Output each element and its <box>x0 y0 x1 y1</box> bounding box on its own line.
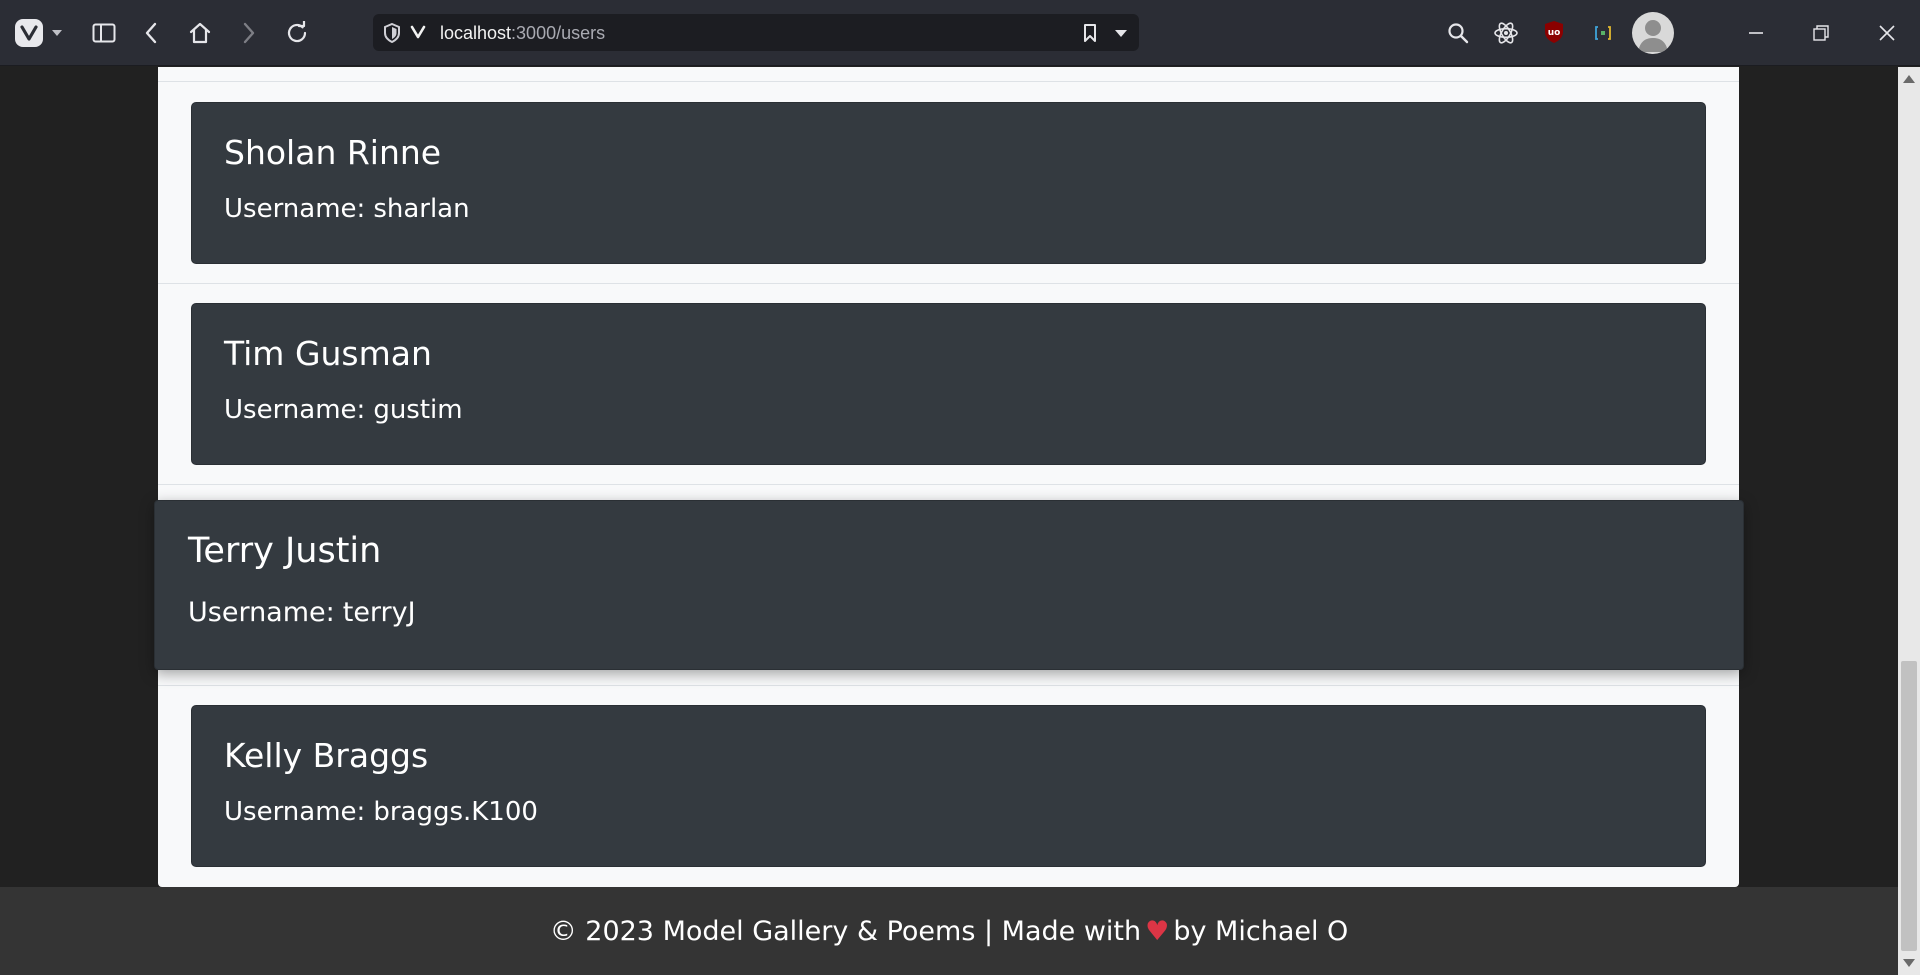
user-username: Username: gustim <box>224 395 463 425</box>
vivaldi-v-icon <box>410 25 426 39</box>
ublock-button[interactable]: uo <box>1542 19 1566 45</box>
user-name: Terry Justin <box>188 531 382 571</box>
user-username: Username: braggs.K100 <box>224 797 538 827</box>
site-info-icon <box>384 23 400 43</box>
user-card[interactable]: Kelly Braggs Username: braggs.K100 <box>191 705 1706 867</box>
forward-button[interactable] <box>236 20 262 46</box>
profile-icon <box>1638 20 1668 52</box>
user-name: Sholan Rinne <box>224 133 442 172</box>
vertical-scrollbar[interactable] <box>1898 67 1920 975</box>
footer-text: © 2023 Model Gallery & Poems | Made with <box>549 915 1142 947</box>
username-label: Username: <box>224 797 366 827</box>
search-button[interactable] <box>1446 21 1470 45</box>
user-avatar[interactable] <box>1632 12 1674 54</box>
extension-icon <box>1595 26 1611 40</box>
ublock-icon: uo <box>1545 21 1563 43</box>
footer-author: by Michael O <box>1173 915 1349 947</box>
browser-toolbar: localhost:3000/users uo <box>0 0 1920 66</box>
back-icon <box>145 22 157 44</box>
minimize-icon <box>1749 32 1763 34</box>
page-viewport: Sholan Rinne Username: sharlan Tim Gusman… <box>0 67 1898 975</box>
user-card[interactable]: Tim Gusman Username: gustim <box>191 303 1706 465</box>
scroll-up-arrow-icon[interactable] <box>1903 75 1915 83</box>
minimize-button[interactable] <box>1743 20 1769 46</box>
svg-text:uo: uo <box>1548 28 1561 38</box>
reload-button[interactable] <box>283 20 311 46</box>
list-divider <box>158 283 1739 284</box>
username-value: terryJ <box>342 597 416 628</box>
chevron-down-icon <box>52 30 62 36</box>
home-icon <box>189 22 211 44</box>
close-icon <box>1879 25 1895 41</box>
restore-icon <box>1813 25 1829 41</box>
home-button[interactable] <box>186 20 214 46</box>
username-value: braggs.K100 <box>373 797 538 827</box>
address-bar[interactable]: localhost:3000/users <box>373 14 1139 51</box>
react-devtools-icon <box>1494 22 1518 44</box>
username-label: Username: <box>188 597 335 628</box>
scroll-down-arrow-icon[interactable] <box>1903 959 1915 967</box>
username-value: sharlan <box>373 194 470 224</box>
list-divider <box>158 685 1739 686</box>
search-icon <box>1448 23 1469 44</box>
extension-button[interactable] <box>1592 22 1614 44</box>
vivaldi-logo-icon <box>15 19 43 47</box>
user-username: Username: sharlan <box>224 194 470 224</box>
page-footer: © 2023 Model Gallery & Poems | Made with… <box>0 887 1898 975</box>
heart-icon: ♥ <box>1145 915 1170 947</box>
user-name: Kelly Braggs <box>224 736 429 775</box>
close-window-button[interactable] <box>1874 20 1900 46</box>
user-card[interactable]: Sholan Rinne Username: sharlan <box>191 102 1706 264</box>
user-name: Tim Gusman <box>224 334 432 373</box>
url-path: :3000/users <box>511 23 606 43</box>
user-username: Username: terryJ <box>188 597 416 628</box>
url-text: localhost:3000/users <box>440 23 605 44</box>
restore-button[interactable] <box>1808 20 1834 46</box>
dropdown-icon[interactable] <box>1114 29 1128 38</box>
vivaldi-menu-button[interactable] <box>10 18 68 48</box>
list-divider <box>158 484 1739 485</box>
scrollbar-thumb[interactable] <box>1901 661 1917 951</box>
user-card-hovered[interactable]: Terry Justin Username: terryJ <box>154 500 1744 670</box>
list-divider <box>158 81 1739 82</box>
bookmark-icon[interactable] <box>1083 23 1097 43</box>
username-label: Username: <box>224 395 366 425</box>
back-button[interactable] <box>138 20 164 46</box>
reload-icon <box>287 21 307 43</box>
username-label: Username: <box>224 194 366 224</box>
username-value: gustim <box>373 395 463 425</box>
react-devtools-button[interactable] <box>1493 20 1519 46</box>
panel-toggle-button[interactable] <box>90 20 118 46</box>
panel-toggle-icon <box>92 23 116 43</box>
url-host: localhost <box>440 23 512 43</box>
forward-icon <box>243 22 255 44</box>
